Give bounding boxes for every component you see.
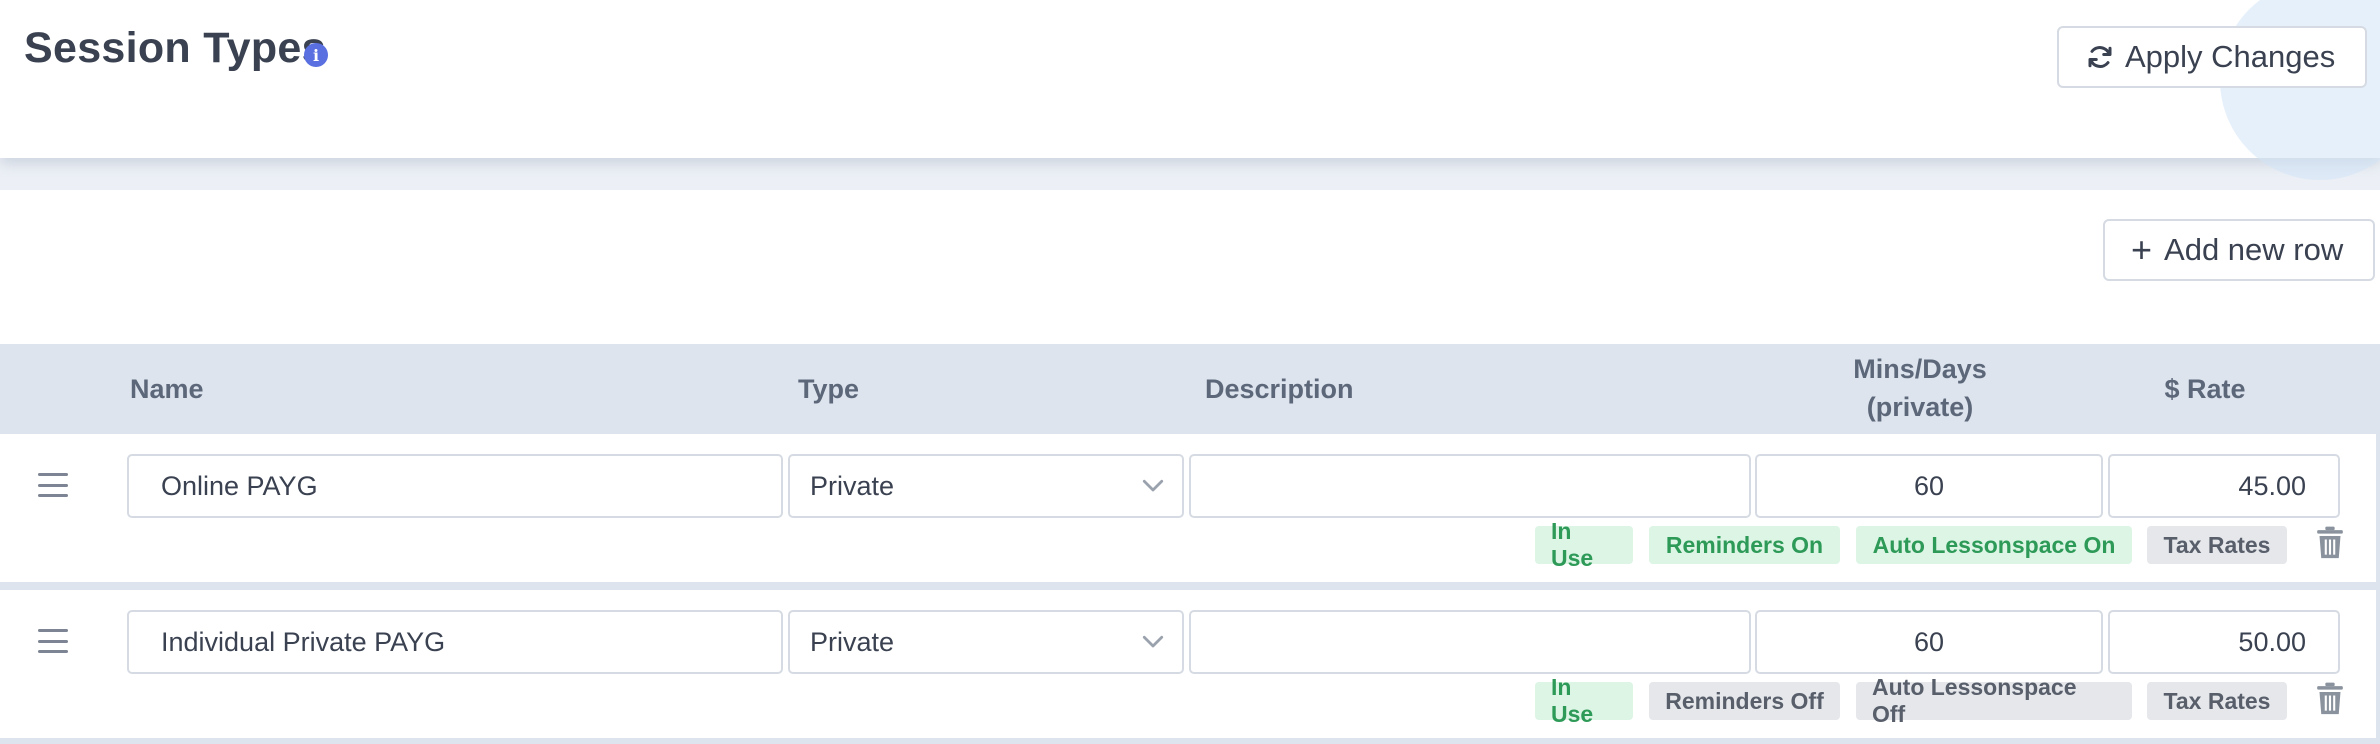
apply-changes-button[interactable]: Apply Changes bbox=[2057, 26, 2367, 88]
add-new-row-label: Add new row bbox=[2164, 232, 2344, 267]
auto-lessonspace-badge[interactable]: Auto Lessonspace On bbox=[1856, 526, 2132, 564]
type-select-value: Private bbox=[810, 626, 895, 657]
chevron-down-icon bbox=[1142, 479, 1164, 492]
in-use-badge: In Use bbox=[1535, 518, 1633, 571]
page-title: Session Types bbox=[24, 24, 326, 72]
auto-lessonspace-badge[interactable]: Auto Lessonspace Off bbox=[1856, 674, 2132, 727]
rate-input[interactable]: 45.00 bbox=[2108, 454, 2340, 518]
page-header: Session Types i Apply Changes bbox=[0, 0, 2380, 180]
mins-input[interactable]: 60 bbox=[1755, 610, 2103, 674]
row-separator bbox=[0, 738, 2376, 744]
info-icon[interactable]: i bbox=[304, 43, 328, 67]
drag-handle-icon[interactable] bbox=[38, 473, 68, 497]
trash-icon[interactable] bbox=[2316, 526, 2344, 560]
reminders-badge[interactable]: Reminders On bbox=[1649, 526, 1840, 564]
refresh-icon bbox=[2088, 46, 2112, 68]
type-select-value: Private bbox=[810, 470, 895, 501]
header-band bbox=[0, 158, 2380, 190]
table-row: Online PAYG Private 60 45.00 In Use Remi… bbox=[0, 434, 2376, 582]
apply-changes-label: Apply Changes bbox=[2125, 39, 2336, 74]
row-separator bbox=[0, 582, 2376, 590]
column-header-description: Description bbox=[1205, 374, 1354, 404]
column-header-type: Type bbox=[798, 374, 860, 404]
type-select[interactable]: Private bbox=[788, 610, 1184, 674]
column-header-mins: Mins/Days (private) bbox=[1800, 350, 2040, 426]
column-header-mins-line1: Mins/Days bbox=[1853, 354, 1987, 384]
rate-input[interactable]: 50.00 bbox=[2108, 610, 2340, 674]
plus-icon: + bbox=[2131, 229, 2153, 270]
in-use-badge: In Use bbox=[1535, 674, 1633, 727]
tax-rates-badge[interactable]: Tax Rates bbox=[2147, 526, 2287, 564]
description-input[interactable] bbox=[1189, 454, 1751, 518]
table-row: Individual Private PAYG Private 60 50.00… bbox=[0, 590, 2376, 738]
tax-rates-badge[interactable]: Tax Rates bbox=[2147, 682, 2287, 720]
mins-input[interactable]: 60 bbox=[1755, 454, 2103, 518]
description-input[interactable] bbox=[1189, 610, 1751, 674]
reminders-badge[interactable]: Reminders Off bbox=[1649, 682, 1840, 720]
trash-icon[interactable] bbox=[2316, 682, 2344, 716]
drag-handle-icon[interactable] bbox=[38, 629, 68, 653]
table-right-border bbox=[2376, 344, 2380, 744]
name-input[interactable]: Individual Private PAYG bbox=[127, 610, 783, 674]
chevron-down-icon bbox=[1142, 635, 1164, 648]
name-input[interactable]: Online PAYG bbox=[127, 454, 783, 518]
table-header: Name Type Description Mins/Days (private… bbox=[0, 344, 2376, 434]
add-new-row-button[interactable]: + Add new row bbox=[2103, 219, 2375, 281]
column-header-name: Name bbox=[130, 374, 204, 404]
column-header-mins-line2: (private) bbox=[1866, 392, 1974, 422]
column-header-rate: $ Rate bbox=[2164, 374, 2246, 404]
type-select[interactable]: Private bbox=[788, 454, 1184, 518]
